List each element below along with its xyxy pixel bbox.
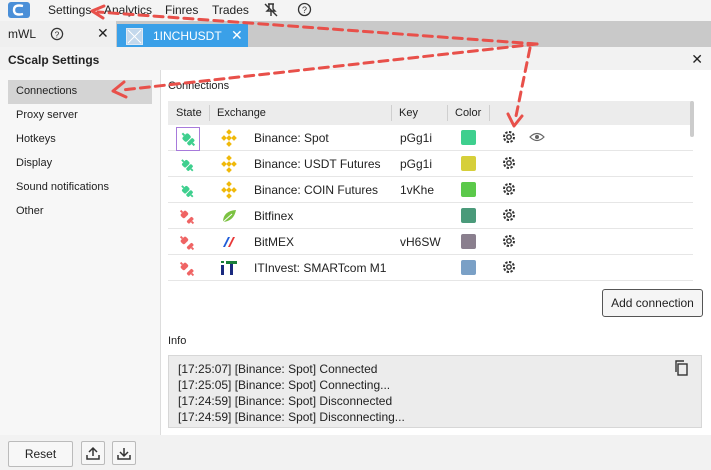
- bitfinex-icon: [222, 210, 236, 223]
- sidebar-item-label: Display: [16, 157, 53, 169]
- color-swatch[interactable]: [461, 130, 476, 145]
- menu-trades[interactable]: Trades: [212, 3, 249, 17]
- tab-1inchusdt-label: 1INCHUSDT: [153, 29, 222, 43]
- cscalp-logo-icon[interactable]: [8, 2, 30, 18]
- sidebar-item-other[interactable]: Other: [8, 200, 152, 224]
- connections-heading: Connections: [168, 80, 230, 92]
- connected-plug-icon[interactable]: [176, 127, 200, 151]
- sidebar-item-label: Connections: [16, 85, 78, 97]
- svg-text:?: ?: [55, 29, 60, 39]
- exchange-name: Bitfinex: [254, 209, 294, 223]
- upload-icon: [86, 446, 100, 460]
- add-connection-button[interactable]: Add connection: [602, 289, 703, 317]
- api-key: pGg1i: [400, 157, 433, 171]
- reset-button[interactable]: Reset: [8, 441, 73, 467]
- sidebar-item-proxy-server[interactable]: Proxy server: [8, 104, 152, 128]
- itinvest-icon: [221, 261, 237, 275]
- color-swatch[interactable]: [461, 208, 476, 223]
- binance-icon: [221, 155, 237, 173]
- table-row[interactable]: Binance: USDT Futures pGg1i: [168, 151, 693, 177]
- sidebar-item-label: Proxy server: [16, 109, 78, 121]
- sidebar-item-label: Sound notifications: [16, 181, 109, 193]
- tab-mwl-label: mWL: [8, 27, 36, 41]
- sidebar-item-label: Other: [16, 205, 44, 217]
- log-line: [17:25:07] [Binance: Spot] Connected: [178, 362, 378, 376]
- copy-icon[interactable]: [673, 360, 689, 376]
- info-heading: Info: [168, 335, 187, 347]
- color-swatch[interactable]: [461, 260, 476, 275]
- settings-sidebar: Connections Proxy server Hotkeys Display…: [0, 70, 161, 435]
- menu-settings[interactable]: Settings: [48, 3, 91, 17]
- menu-analytics[interactable]: Analytics: [104, 3, 152, 17]
- bitmex-icon: [223, 237, 235, 247]
- sidebar-item-hotkeys[interactable]: Hotkeys: [8, 128, 152, 152]
- api-key: vH6SW: [400, 235, 441, 249]
- gear-icon[interactable]: [501, 129, 517, 145]
- exchange-name: Binance: USDT Futures: [254, 157, 381, 171]
- unpin-icon[interactable]: [264, 3, 278, 17]
- menu-finres[interactable]: Finres: [165, 3, 198, 17]
- gear-icon[interactable]: [501, 181, 517, 197]
- dialog-title: CScalp Settings: [8, 53, 100, 67]
- sidebar-item-connections[interactable]: Connections: [8, 80, 152, 104]
- connections-panel: Connections State Exchange Key Color Bin…: [161, 70, 711, 435]
- color-swatch[interactable]: [461, 182, 476, 197]
- upload-button[interactable]: [81, 441, 105, 465]
- column-key: Key: [399, 107, 418, 119]
- eye-icon[interactable]: [529, 131, 545, 143]
- gear-icon[interactable]: [501, 259, 517, 275]
- column-state: State: [176, 107, 202, 119]
- color-swatch[interactable]: [461, 234, 476, 249]
- table-row[interactable]: BitMEX vH6SW: [168, 229, 693, 255]
- instrument-icon: [126, 28, 143, 45]
- api-key: 1vKhe: [400, 183, 435, 197]
- sidebar-item-sound-notifications[interactable]: Sound notifications: [8, 176, 152, 200]
- connections-table: State Exchange Key Color Binance: Spot p…: [168, 101, 693, 281]
- connected-plug-icon[interactable]: [177, 155, 197, 175]
- menubar: Settings Analytics Finres Trades ?: [0, 0, 711, 21]
- log-line: [17:25:05] [Binance: Spot] Connecting...: [178, 378, 391, 392]
- binance-icon: [221, 129, 237, 147]
- download-button[interactable]: [112, 441, 136, 465]
- help-icon[interactable]: ?: [297, 2, 312, 17]
- disconnected-plug-icon[interactable]: [177, 233, 197, 253]
- info-log: [17:25:07] [Binance: Spot] Connected [17…: [168, 355, 702, 428]
- gear-icon[interactable]: [501, 207, 517, 223]
- settings-dialog: CScalp Settings ✕ Connections Proxy serv…: [0, 47, 711, 470]
- close-icon[interactable]: ✕: [231, 27, 243, 44]
- exchange-name: Binance: COIN Futures: [254, 183, 379, 197]
- exchange-name: BitMEX: [254, 235, 295, 249]
- help-icon[interactable]: ?: [50, 27, 64, 41]
- log-line: [17:24:59] [Binance: Spot] Disconnected: [178, 394, 393, 408]
- disconnected-plug-icon[interactable]: [177, 259, 197, 279]
- download-icon: [117, 448, 131, 460]
- color-swatch[interactable]: [461, 156, 476, 171]
- tab-mwl[interactable]: mWL ? ✕: [0, 21, 116, 47]
- binance-icon: [221, 181, 237, 199]
- table-header: State Exchange Key Color: [168, 101, 693, 125]
- tab-bar: mWL ? ✕ 1INCHUSDT ✕: [0, 21, 711, 47]
- tab-1inchusdt[interactable]: 1INCHUSDT ✕: [117, 24, 248, 47]
- gear-icon[interactable]: [501, 233, 517, 249]
- close-icon[interactable]: ✕: [691, 51, 703, 68]
- table-row[interactable]: Bitfinex: [168, 203, 693, 229]
- api-key: pGg1i: [400, 131, 433, 145]
- table-row[interactable]: ITInvest: SMARTcom M1: [168, 255, 693, 281]
- column-exchange: Exchange: [217, 107, 266, 119]
- gear-icon[interactable]: [501, 155, 517, 171]
- sidebar-item-label: Hotkeys: [16, 133, 56, 145]
- close-icon[interactable]: ✕: [97, 25, 109, 42]
- connected-plug-icon[interactable]: [177, 181, 197, 201]
- table-scrollbar[interactable]: [690, 101, 694, 137]
- sidebar-item-display[interactable]: Display: [8, 152, 152, 176]
- disconnected-plug-icon[interactable]: [177, 207, 197, 227]
- log-line: [17:24:59] [Binance: Spot] Disconnecting…: [178, 410, 405, 424]
- exchange-name: Binance: Spot: [254, 131, 329, 145]
- table-row[interactable]: Binance: Spot pGg1i: [168, 125, 693, 151]
- dialog-footer: Reset: [0, 437, 711, 470]
- svg-text:?: ?: [302, 5, 307, 15]
- column-color: Color: [455, 107, 482, 119]
- table-row[interactable]: Binance: COIN Futures 1vKhe: [168, 177, 693, 203]
- exchange-name: ITInvest: SMARTcom M1: [254, 261, 387, 275]
